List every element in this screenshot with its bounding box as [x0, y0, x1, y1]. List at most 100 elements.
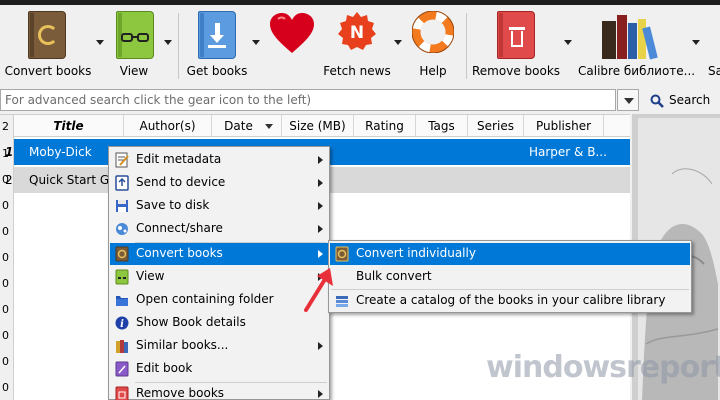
column-header-rating[interactable]: Rating: [354, 115, 416, 137]
column-header-title[interactable]: Title: [14, 115, 124, 137]
save-label-truncated: Sa: [708, 64, 720, 78]
sort-descending-icon: [265, 124, 273, 129]
catalog-icon: [335, 293, 349, 309]
menu-item-label: Similar books...: [136, 338, 229, 352]
watermark-text: windowsreport: [486, 350, 720, 385]
menu-item-label: Save to disk: [136, 198, 210, 212]
calibre-library-label: Calibre библиоте...: [578, 64, 696, 78]
menu-item-label: View: [136, 269, 165, 283]
red-arrow-annotation: [300, 262, 336, 314]
menu-item-label: Open containing folder: [136, 292, 274, 306]
column-header-size[interactable]: Size (MB): [282, 115, 354, 137]
search-bar: For advanced search click the gear icon …: [0, 87, 720, 113]
menu-item-connect-share[interactable]: Connect/share: [110, 218, 328, 240]
calibre-library-dropdown-arrow[interactable]: [692, 40, 700, 45]
row-number: 2: [5, 173, 13, 187]
menu-item-edit-book[interactable]: Edit book: [110, 358, 328, 380]
submenu-arrow-icon: [318, 250, 323, 258]
row-number: 1: [5, 145, 14, 159]
convert-books-icon: [115, 246, 129, 262]
convert-books-dropdown-arrow[interactable]: [96, 40, 104, 45]
view-book-icon: [116, 11, 154, 59]
toolbar-separator: [178, 13, 179, 79]
search-button[interactable]: Search: [648, 89, 718, 111]
menu-item-open-containing-folder[interactable]: Open containing folder: [110, 289, 328, 311]
menu-item-label: Show Book details: [136, 315, 246, 329]
gutter-number: 0: [2, 251, 9, 264]
save-button-truncated[interactable]: Sa: [704, 5, 720, 87]
calibre-library-button[interactable]: Calibre библиоте...: [578, 5, 696, 87]
similar-books-icon: [115, 338, 129, 354]
main-toolbar: Convert books View Get books N Fetch new…: [0, 5, 720, 87]
gutter-number: 0: [2, 381, 9, 394]
gutter-number: 2: [2, 120, 9, 133]
convert-books-submenu: Convert individually Bulk convert Create…: [328, 240, 692, 313]
help-label: Help: [419, 64, 447, 78]
lifebuoy-icon: [411, 10, 455, 54]
gutter-number: 0: [2, 355, 9, 368]
column-header-tags[interactable]: Tags: [416, 115, 468, 137]
get-books-icon: [198, 11, 236, 59]
edit-book-icon: [115, 361, 129, 377]
menu-item-edit-metadata[interactable]: Edit metadata: [110, 149, 328, 171]
gutter-number: 0: [2, 303, 9, 316]
submenu-arrow-icon: [318, 179, 323, 187]
menu-item-send-to-device[interactable]: Send to device: [110, 172, 328, 194]
gutter-number: 0: [2, 329, 9, 342]
fetch-news-label: Fetch news: [323, 64, 391, 78]
search-input[interactable]: For advanced search click the gear icon …: [0, 89, 616, 111]
remove-books-label: Remove books: [472, 64, 561, 78]
view-dropdown-arrow[interactable]: [164, 40, 172, 45]
search-button-label: Search: [669, 93, 711, 107]
search-history-dropdown[interactable]: [617, 89, 639, 111]
menu-item-label: Edit book: [136, 361, 193, 375]
column-header-date[interactable]: Date: [212, 115, 282, 137]
fetch-news-icon: N: [337, 11, 377, 51]
remove-books-dropdown-arrow[interactable]: [564, 40, 572, 45]
submenu-item-label: Convert individually: [356, 246, 476, 260]
menu-item-save-to-disk[interactable]: Save to disk: [110, 195, 328, 217]
remove-books-button[interactable]: Remove books: [472, 5, 560, 87]
remove-books-icon: [115, 386, 129, 400]
column-header-publisher[interactable]: Publisher: [524, 115, 604, 137]
column-header-series[interactable]: Series: [468, 115, 524, 137]
help-button[interactable]: Help: [406, 5, 460, 87]
convert-books-button[interactable]: Convert books: [0, 5, 96, 87]
submenu-item-bulk-convert[interactable]: Bulk convert: [330, 266, 690, 288]
library-books-icon: [602, 13, 662, 60]
menu-item-convert-books[interactable]: Convert books: [110, 243, 328, 265]
folder-icon: [115, 292, 129, 308]
floppy-disk-icon: [115, 198, 129, 214]
submenu-item-label: Bulk convert: [356, 269, 432, 283]
view-button[interactable]: View: [104, 5, 164, 87]
fetch-news-dropdown-arrow[interactable]: [394, 40, 402, 45]
send-to-device-icon: [115, 175, 129, 191]
info-icon: i: [115, 315, 129, 331]
donate-heart-button[interactable]: [264, 5, 320, 87]
menu-item-remove-books[interactable]: Remove books: [110, 383, 328, 400]
book-title-cell[interactable]: Quick Start Gui: [24, 167, 118, 193]
menu-item-similar-books[interactable]: Similar books...: [110, 335, 328, 357]
menu-item-show-book-details[interactable]: i Show Book details: [110, 312, 328, 334]
convert-individually-icon: [335, 246, 349, 262]
convert-books-label: Convert books: [4, 64, 92, 78]
column-header-filler: [604, 115, 630, 137]
submenu-arrow-icon: [318, 156, 323, 164]
edit-metadata-icon: [115, 152, 129, 168]
context-menu: Edit metadata Send to device Save to dis…: [108, 146, 330, 400]
gutter-number: 0: [2, 199, 9, 212]
menu-item-label: Convert books: [136, 246, 223, 260]
get-books-button[interactable]: Get books: [184, 5, 250, 87]
submenu-item-convert-individually[interactable]: Convert individually: [330, 243, 690, 265]
menu-item-view[interactable]: View: [110, 266, 328, 288]
heart-icon: [268, 11, 316, 55]
fetch-news-button[interactable]: N Fetch news: [322, 5, 392, 87]
column-header-authors[interactable]: Author(s): [124, 115, 212, 137]
svg-text:N: N: [350, 23, 364, 43]
book-publisher-cell[interactable]: Harper & B...: [524, 139, 620, 165]
remove-books-icon: [497, 11, 535, 59]
submenu-arrow-icon: [318, 202, 323, 210]
menu-item-label: Send to device: [136, 175, 226, 189]
get-books-dropdown-arrow[interactable]: [252, 40, 260, 45]
submenu-item-create-catalog[interactable]: Create a catalog of the books in your ca…: [330, 290, 690, 312]
